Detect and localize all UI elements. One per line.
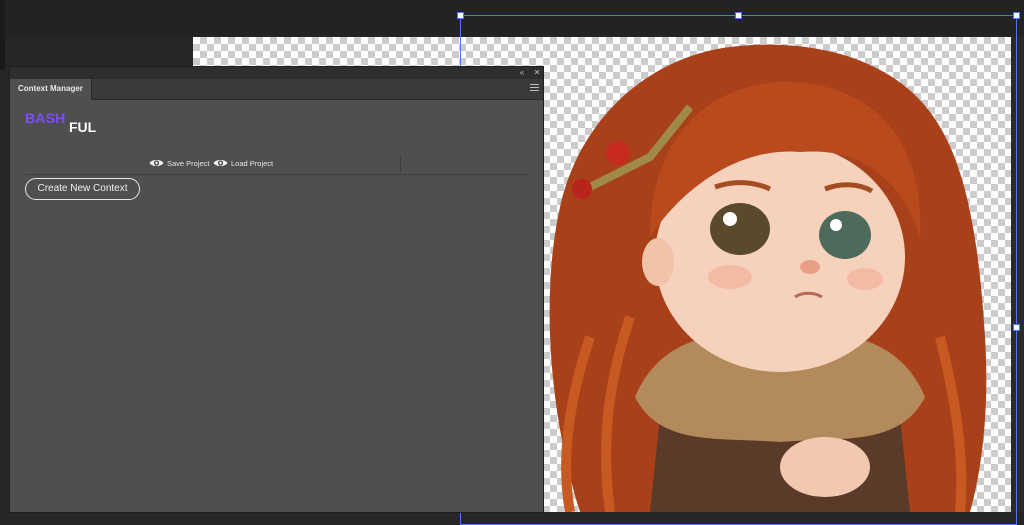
panel-tab-bar: Context Manager	[10, 79, 543, 100]
save-project-button[interactable]: Save Project	[149, 156, 210, 170]
create-new-context-button[interactable]: Create New Context	[25, 178, 140, 200]
eye-icon	[213, 158, 228, 168]
red-flower-2	[606, 141, 630, 165]
selection-handle-top-middle[interactable]	[735, 12, 742, 19]
hamburger-menu-icon[interactable]	[530, 84, 539, 93]
left-cheek	[708, 265, 752, 289]
project-toolbar: Save Project Load Project	[25, 155, 528, 175]
right-cheek	[847, 268, 883, 290]
toolbar-underline	[25, 174, 528, 175]
selection-handle-top-right[interactable]	[1013, 12, 1020, 19]
selection-handle-top-left[interactable]	[457, 12, 464, 19]
load-project-label: Load Project	[231, 158, 274, 168]
context-manager-panel: « ✕ Context Manager BASH FUL Save Projec…	[10, 67, 543, 512]
canvas-scroll-strip	[1011, 37, 1024, 512]
document-edge	[0, 0, 5, 70]
logo-text-bash: BASH	[25, 110, 66, 126]
left-eye	[710, 203, 770, 255]
selection-handle-right-middle[interactable]	[1013, 324, 1020, 331]
character-illustration[interactable]	[540, 37, 1011, 512]
hands	[780, 437, 870, 497]
save-project-label: Save Project	[167, 158, 210, 168]
left-eye-highlight	[723, 212, 737, 226]
load-project-button[interactable]: Load Project	[213, 156, 273, 170]
toolbar-divider	[400, 155, 401, 172]
red-flower-1	[572, 179, 592, 199]
right-eye	[819, 211, 871, 259]
tab-context-manager[interactable]: Context Manager	[10, 79, 92, 100]
logo-text-ful: FUL	[69, 119, 97, 135]
ear	[642, 238, 674, 286]
close-panel-button[interactable]: ✕	[531, 67, 543, 79]
panel-titlebar: « ✕	[10, 67, 543, 79]
bashful-logo: BASH FUL	[25, 110, 115, 140]
nose	[800, 260, 820, 274]
right-eye-highlight	[830, 219, 842, 231]
app-top-bar	[0, 0, 1024, 36]
collapse-panel-button[interactable]: «	[516, 67, 528, 79]
eye-icon	[149, 158, 164, 168]
